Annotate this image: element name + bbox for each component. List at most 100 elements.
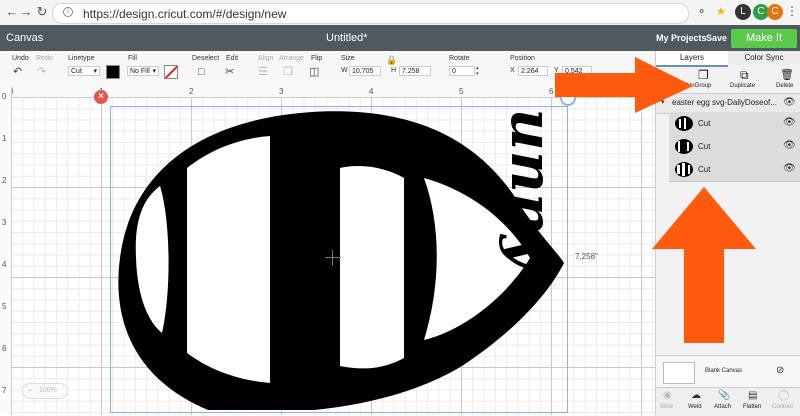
ruler-tick: 5	[459, 87, 464, 96]
zoom-control[interactable]: − 100%	[22, 383, 68, 399]
weld-label[interactable]: Weld	[688, 404, 702, 410]
ruler-tick: 7	[2, 386, 7, 395]
fill-value: No Fill	[130, 68, 150, 75]
arrange-icon[interactable]: ❐	[283, 66, 293, 78]
width-label: W	[341, 67, 348, 74]
ruler-tick: 0	[2, 92, 7, 101]
save-button[interactable]: Save	[706, 33, 727, 43]
layer-thumbnail-icon	[675, 162, 693, 177]
attach-label[interactable]: Attach	[714, 404, 731, 410]
ruler-tick: 2	[189, 87, 194, 96]
ungroup-icon[interactable]: ❐	[698, 68, 709, 82]
arrow-annotation-right	[555, 57, 693, 113]
duplicate-icon[interactable]: ⧉	[740, 68, 749, 83]
fill-label: Fill	[128, 55, 137, 62]
layer-row[interactable]: Cut 👁	[669, 158, 800, 182]
layer-row[interactable]: Cut 👁	[669, 112, 800, 136]
linetype-color-swatch[interactable]	[106, 65, 120, 79]
eye-icon[interactable]: 👁	[783, 163, 796, 174]
eye-icon[interactable]: 👁	[783, 117, 796, 128]
bottom-actions-bar: ◉ Slice ☁ Weld 📎 Attach ▤ Flatten ◯ Cont…	[656, 387, 800, 416]
layer-thumbnail-icon	[675, 139, 693, 154]
address-bar[interactable]: i https://design.cricut.com/#/design/new	[52, 3, 689, 24]
linetype-select[interactable]: Cut ▾	[68, 66, 100, 76]
scissors-icon[interactable]: ✂	[225, 66, 234, 78]
key-icon[interactable]: ⚬	[697, 5, 706, 18]
rotate-stepper[interactable]: ▴ ▾	[476, 65, 479, 77]
fill-select[interactable]: No Fill ▾	[127, 66, 159, 76]
duplicate-label[interactable]: Duplicate	[730, 83, 755, 89]
edit-label: Edit	[226, 55, 239, 62]
trash-icon[interactable]: 🗑	[780, 68, 794, 81]
delete-handle-icon[interactable]: ×	[94, 90, 108, 104]
rotate-label: Rotate	[449, 55, 470, 62]
width-input[interactable]: 10.705	[349, 66, 381, 76]
redo-icon[interactable]: ↷	[37, 66, 46, 78]
align-icon[interactable]: ☰	[258, 66, 268, 78]
egg-zigzag-band	[277, 148, 304, 378]
flip-icon[interactable]: ◫	[309, 66, 319, 78]
canvas-label: Canvas	[6, 32, 44, 44]
height-dimension-label: 7.258"	[575, 252, 598, 261]
x-position-input[interactable]: 2.264	[518, 66, 548, 76]
ruler-tick: 4	[369, 87, 374, 96]
ruler-tick: 4	[2, 260, 7, 269]
contour-label[interactable]: Contour	[772, 404, 793, 410]
arrow-annotation-up	[652, 187, 756, 343]
layer-thumbnail-icon	[675, 116, 693, 131]
layer-name: Cut	[698, 142, 711, 151]
ruler-tick: 6	[549, 87, 554, 96]
menu-kebab-icon[interactable]: ⋮	[786, 4, 798, 18]
blank-canvas-row[interactable]: Blank Canvas ⊘	[656, 355, 800, 388]
x-label: X	[510, 67, 515, 74]
center-crosshair	[325, 250, 341, 266]
eye-slash-icon[interactable]: ⊘	[776, 365, 784, 376]
slice-icon[interactable]: ◉	[663, 390, 672, 401]
height-label: H	[391, 67, 397, 74]
ruler-tick: 3	[279, 87, 284, 96]
eye-icon[interactable]: 👁	[783, 140, 796, 151]
ruler-tick: 3	[2, 218, 7, 227]
layer-name: Cut	[698, 165, 711, 174]
slice-label[interactable]: Slice	[660, 404, 673, 410]
flatten-label[interactable]: Flatten	[743, 404, 761, 410]
delete-label[interactable]: Delete	[776, 83, 793, 89]
position-label: Position	[510, 55, 535, 62]
tab-color-sync[interactable]: Color Sync	[728, 51, 800, 65]
info-icon[interactable]: i	[63, 7, 73, 17]
flatten-icon[interactable]: ▤	[748, 390, 757, 401]
undo-label: Undo	[12, 55, 29, 62]
ruler-left: 0 1 2 3 4 5 6 7	[0, 86, 12, 415]
egg-panel-right	[340, 166, 404, 369]
eye-icon[interactable]: 👁	[783, 97, 796, 108]
paperclip-icon[interactable]: 📎	[718, 390, 730, 401]
my-projects-link[interactable]: My Projects	[656, 33, 707, 43]
ruler-tick: 6	[2, 344, 7, 353]
zoom-level: 100%	[39, 387, 57, 394]
avatar[interactable]: L	[735, 4, 751, 20]
lock-icon[interactable]: 🔒	[386, 55, 397, 66]
contour-icon[interactable]: ◯	[778, 390, 789, 401]
browser-bar: ← → ↻ i https://design.cricut.com/#/desi…	[0, 0, 800, 26]
undo-icon[interactable]: ↶	[13, 66, 22, 78]
profile-avatar[interactable]: C	[767, 4, 783, 20]
size-label: Size	[341, 55, 355, 62]
star-icon[interactable]: ★	[716, 5, 726, 18]
layer-row[interactable]: Cut 👁	[669, 135, 800, 159]
project-title: Untitled*	[326, 32, 368, 44]
height-input[interactable]: 7.258	[399, 66, 431, 76]
blank-canvas-label: Blank Canvas	[705, 368, 743, 374]
deselect-label: Deselect	[192, 55, 220, 62]
arrange-label: Arrange	[279, 55, 304, 62]
deselect-icon[interactable]: □	[198, 66, 205, 78]
forward-icon[interactable]: →	[18, 4, 34, 20]
make-it-button[interactable]: Make It	[731, 29, 797, 48]
blank-canvas-swatch[interactable]	[663, 362, 695, 384]
chevron-down-icon: ▾	[152, 68, 156, 75]
no-fill-swatch[interactable]	[164, 65, 178, 79]
zoom-out-icon[interactable]: −	[27, 385, 32, 395]
reload-icon[interactable]: ↻	[34, 4, 50, 20]
rotate-input[interactable]: 0	[449, 66, 475, 76]
weld-icon[interactable]: ☁	[691, 390, 701, 401]
flip-label: Flip	[311, 55, 323, 62]
